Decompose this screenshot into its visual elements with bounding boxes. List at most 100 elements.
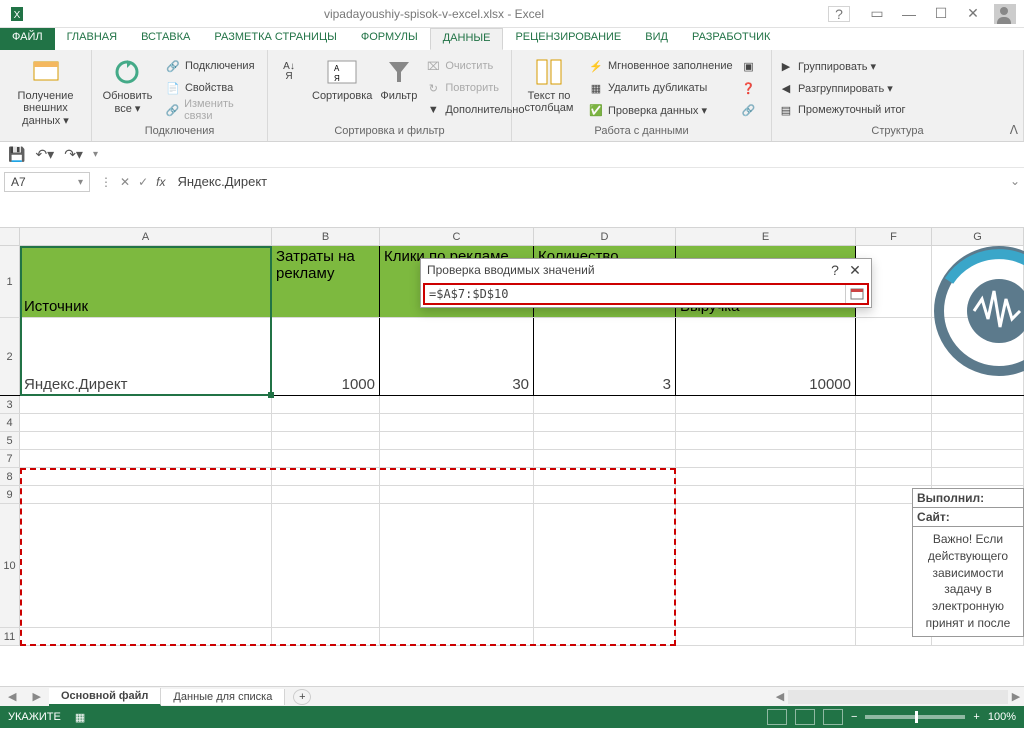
group-data-tools-label: Работа с данными: [518, 125, 765, 139]
tab-view[interactable]: ВИД: [633, 28, 680, 50]
excel-logo-icon: X: [0, 5, 40, 23]
ribbon-options-button[interactable]: ▭: [866, 5, 888, 22]
edit-links-button[interactable]: 🔗Изменить связи: [165, 100, 261, 120]
row-1[interactable]: 1: [0, 246, 20, 317]
dialog-help-button[interactable]: ?: [825, 262, 845, 278]
fill-handle[interactable]: [268, 392, 274, 398]
data-validation-button[interactable]: ✅Проверка данных ▾: [588, 100, 733, 120]
data-validation-dialog[interactable]: Проверка вводимых значений ? ✕ =$A$7:$D$…: [420, 258, 872, 308]
expand-formula-bar-button[interactable]: ⌄: [1006, 168, 1024, 227]
minimize-button[interactable]: —: [898, 6, 920, 22]
add-sheet-button[interactable]: +: [293, 689, 311, 705]
get-external-data-button[interactable]: Получение внешних данных ▾: [6, 52, 85, 127]
sheet-tab-list-data[interactable]: Данные для списка: [161, 689, 285, 705]
horizontal-scrollbar[interactable]: ◀▶: [772, 690, 1024, 704]
help-button[interactable]: ?: [828, 6, 850, 22]
col-G[interactable]: G: [932, 228, 1024, 245]
group-button[interactable]: ▶Группировать ▾: [778, 56, 906, 76]
properties-button[interactable]: 📄Свойства: [165, 78, 261, 98]
zoom-in-button[interactable]: +: [973, 711, 979, 723]
sheet-nav-prev[interactable]: ◀: [0, 690, 24, 703]
cell-D2[interactable]: 3: [534, 318, 676, 395]
text-to-columns-button[interactable]: Текст по столбцам: [518, 52, 580, 114]
sheet-tab-main[interactable]: Основной файл: [49, 688, 161, 706]
dialog-title: Проверка вводимых значений: [427, 263, 595, 277]
svg-text:X: X: [14, 10, 21, 21]
title-bar: X vipadayoushiy-spisok-v-excel.xlsx - Ex…: [0, 0, 1024, 28]
col-A[interactable]: A: [20, 228, 272, 245]
advanced-filter-button[interactable]: ▼Дополнительно: [425, 100, 524, 120]
fx-button[interactable]: fх: [156, 175, 165, 189]
side-info-panel: Выполнил: Сайт: Важно! Если действующего…: [912, 488, 1024, 637]
page-layout-view-button[interactable]: [795, 709, 815, 725]
subtotal-button[interactable]: ▤Промежуточный итог: [778, 100, 906, 120]
svg-text:Я: Я: [334, 74, 340, 83]
redo-button[interactable]: ↷▾: [64, 146, 83, 163]
cell-B1[interactable]: Затраты на рекламу: [272, 246, 380, 317]
cell-F2[interactable]: [856, 318, 932, 395]
ungroup-button[interactable]: ◀Разгруппировать ▾: [778, 78, 906, 98]
tab-developer[interactable]: РАЗРАБОТЧИК: [680, 28, 782, 50]
formula-input[interactable]: Яндекс.Директ: [171, 168, 1006, 227]
account-avatar[interactable]: [994, 4, 1016, 24]
dialog-close-button[interactable]: ✕: [845, 262, 865, 279]
tab-page-layout[interactable]: РАЗМЕТКА СТРАНИЦЫ: [202, 28, 348, 50]
cell-A1[interactable]: Источник: [20, 246, 272, 317]
relationships-button[interactable]: 🔗: [741, 100, 757, 120]
ribbon: Получение внешних данных ▾ Обновить все …: [0, 50, 1024, 142]
maximize-button[interactable]: ☐: [930, 5, 952, 22]
cancel-formula-button[interactable]: ✕: [120, 175, 130, 189]
cell-B2[interactable]: 1000: [272, 318, 380, 395]
name-box[interactable]: A7▾: [4, 172, 90, 192]
close-button[interactable]: ✕: [962, 5, 984, 22]
range-picker-button[interactable]: [845, 285, 867, 303]
col-F[interactable]: F: [856, 228, 932, 245]
filter-button[interactable]: Фильтр: [380, 52, 417, 102]
range-input[interactable]: =$A$7:$D$10: [425, 285, 845, 303]
tab-home[interactable]: ГЛАВНАЯ: [55, 28, 129, 50]
ribbon-tabs: ФАЙЛ ГЛАВНАЯ ВСТАВКА РАЗМЕТКА СТРАНИЦЫ Ф…: [0, 28, 1024, 50]
undo-button[interactable]: ↶▾: [35, 146, 54, 163]
cell-A2[interactable]: Яндекс.Директ: [20, 318, 272, 395]
cell-mode-indicator: УКАЖИТЕ: [8, 711, 61, 723]
tab-formulas[interactable]: ФОРМУЛЫ: [349, 28, 430, 50]
remove-duplicates-button[interactable]: ▦Удалить дубликаты: [588, 78, 733, 98]
status-bar: УКАЖИТЕ ▦ − + 100%: [0, 706, 1024, 728]
save-button[interactable]: 💾: [8, 146, 25, 163]
reapply-button[interactable]: ↻Повторить: [425, 78, 524, 98]
col-D[interactable]: D: [534, 228, 676, 245]
tab-data[interactable]: ДАННЫЕ: [430, 28, 504, 50]
collapse-ribbon-button[interactable]: ᐱ: [1010, 123, 1018, 137]
group-connections-label: Подключения: [98, 125, 261, 139]
sort-button[interactable]: АЯ Сортировка: [312, 52, 372, 102]
whatif-button[interactable]: ❓: [741, 78, 757, 98]
flash-fill-button[interactable]: ⚡Мгновенное заполнение: [588, 56, 733, 76]
clear-filter-button[interactable]: ⌧Очистить: [425, 56, 524, 76]
consolidate-button[interactable]: ▣: [741, 56, 757, 76]
zoom-out-button[interactable]: −: [851, 711, 857, 723]
zoom-level[interactable]: 100%: [988, 711, 1016, 723]
sheet-nav-next[interactable]: ▶: [24, 690, 48, 703]
cell-C2[interactable]: 30: [380, 318, 534, 395]
cell-E2[interactable]: 10000: [676, 318, 856, 395]
sort-az-button[interactable]: А↓Я: [274, 52, 304, 88]
macro-record-icon[interactable]: ▦: [75, 711, 85, 724]
col-B[interactable]: B: [272, 228, 380, 245]
quick-access-toolbar: 💾 ↶▾ ↷▾ ▾: [0, 142, 1024, 168]
enter-formula-button[interactable]: ✓: [138, 175, 148, 189]
col-C[interactable]: C: [380, 228, 534, 245]
refresh-all-button[interactable]: Обновить все ▾: [98, 52, 157, 115]
connections-button[interactable]: 🔗Подключения: [165, 56, 261, 76]
dots-icon: ⋮: [100, 175, 112, 189]
zoom-slider[interactable]: [865, 715, 965, 719]
tab-review[interactable]: РЕЦЕНЗИРОВАНИЕ: [503, 28, 633, 50]
qat-customize-button[interactable]: ▾: [93, 149, 98, 160]
col-E[interactable]: E: [676, 228, 856, 245]
tab-insert[interactable]: ВСТАВКА: [129, 28, 202, 50]
select-all-corner[interactable]: [0, 228, 20, 245]
page-break-view-button[interactable]: [823, 709, 843, 725]
brand-logo-icon: [934, 246, 1024, 376]
row-2[interactable]: 2: [0, 318, 20, 395]
tab-file[interactable]: ФАЙЛ: [0, 28, 55, 50]
normal-view-button[interactable]: [767, 709, 787, 725]
